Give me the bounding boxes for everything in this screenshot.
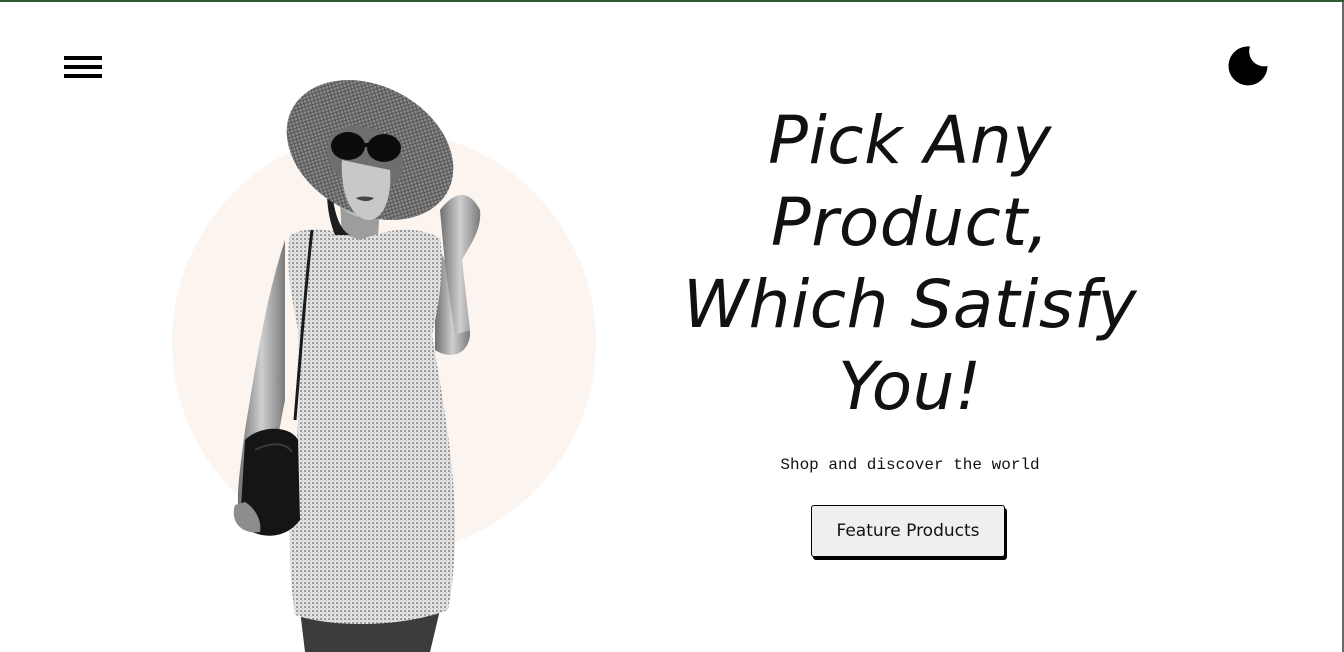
hero-model-image: [233, 79, 481, 652]
headline-line: Product,: [770, 184, 1050, 261]
page: Pick Any Product, Which Satisfy You! Sho…: [0, 0, 1344, 652]
menu-bar: [64, 65, 102, 69]
headline-line: Which Satisfy: [682, 266, 1138, 343]
headline-line: Pick Any: [768, 102, 1052, 179]
top-border: [0, 0, 1344, 2]
hamburger-menu-icon[interactable]: [62, 50, 104, 84]
menu-bar: [64, 74, 102, 78]
feature-products-button[interactable]: Feature Products: [811, 505, 1005, 557]
menu-bar: [64, 56, 102, 60]
model-dress: [288, 228, 455, 625]
hero-subtitle: Shop and discover the world: [780, 456, 1040, 474]
moon-icon[interactable]: [1226, 44, 1270, 88]
headline-line: You!: [838, 348, 982, 425]
hero-headline: Pick Any Product, Which Satisfy You!: [610, 100, 1210, 428]
